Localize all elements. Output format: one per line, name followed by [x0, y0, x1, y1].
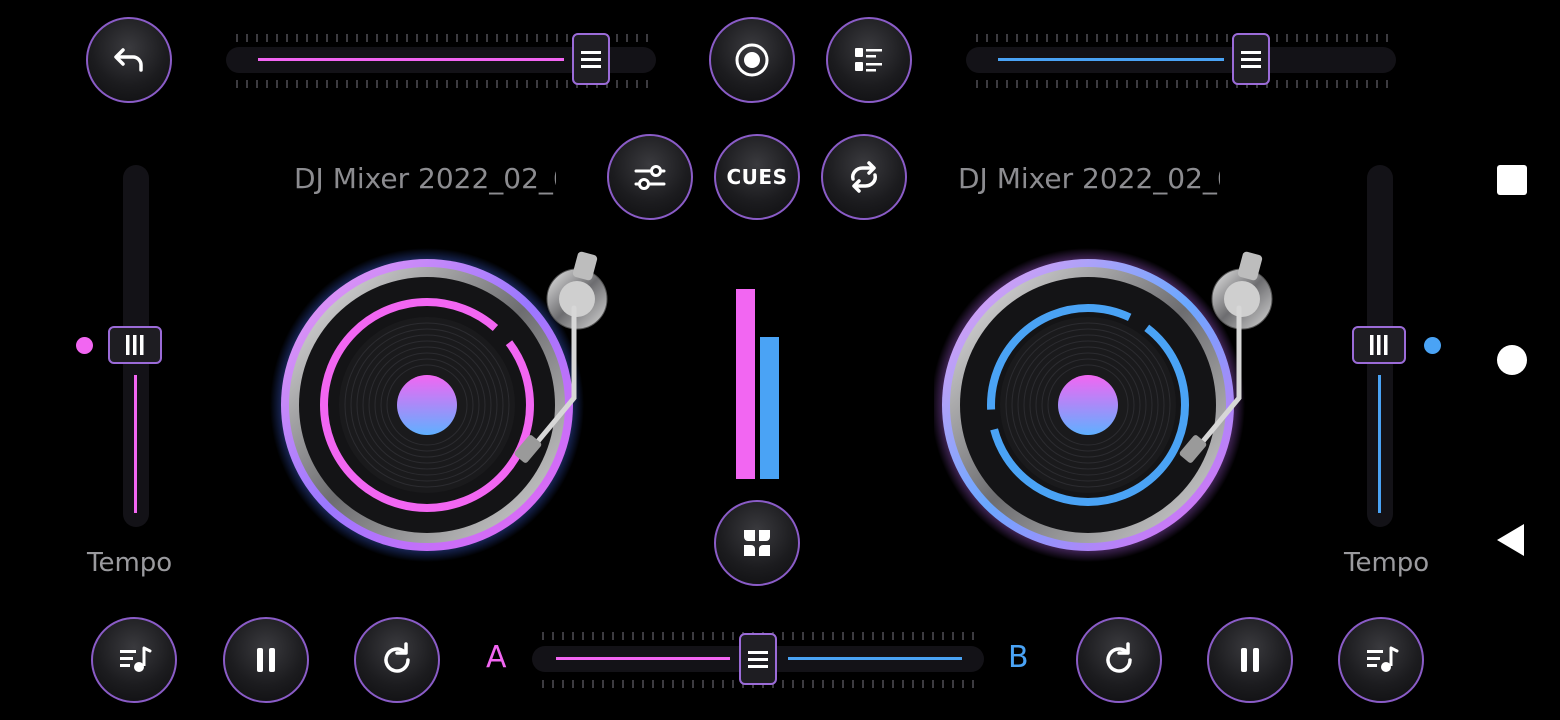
deck-b-track-title: DJ Mixer 2022_02_0 [958, 162, 1220, 195]
deck-a-volume-thumb[interactable] [572, 33, 610, 85]
back-button[interactable] [86, 17, 172, 103]
grip-icon [126, 335, 144, 355]
grip-icon [748, 651, 768, 668]
rotate-icon [384, 642, 410, 673]
crossfader-b-fill [788, 657, 962, 660]
pause-icon [1241, 648, 1259, 672]
deck-a-tempo-label: Tempo [87, 548, 173, 578]
loop-button[interactable] [821, 134, 907, 220]
deck-a-track-title: DJ Mixer 2022_02_0 [294, 162, 556, 195]
record-button[interactable] [709, 17, 795, 103]
music-list-icon [1367, 646, 1399, 672]
equalizer-button[interactable] [607, 134, 693, 220]
crossfader-b-label: B [1008, 640, 1029, 675]
back-arrow-icon [114, 48, 143, 72]
nav-recents-button[interactable] [1497, 165, 1527, 195]
equalizer-sliders-icon [634, 165, 666, 190]
deck-a-music-list-button[interactable] [91, 617, 177, 703]
deck-a-level-bar [736, 289, 755, 479]
deck-b-tempo-fill [1378, 375, 1381, 513]
record-label [1058, 375, 1118, 435]
grip-icon [1370, 335, 1388, 355]
crossfader-a-fill [556, 657, 730, 660]
slider-ticks [976, 34, 1392, 42]
record-label [397, 375, 457, 435]
music-list-icon [120, 646, 152, 672]
deck-b-volume-thumb[interactable] [1232, 33, 1270, 85]
cues-label: CUES [726, 165, 788, 189]
grip-icon [581, 51, 601, 68]
deck-a-reset-button[interactable] [354, 617, 440, 703]
deck-a-turntable[interactable] [270, 248, 620, 568]
crossfader-a-label: A [486, 640, 507, 675]
deck-a-tempo-thumb[interactable] [108, 326, 162, 364]
deck-b-level-bar [760, 337, 779, 479]
record-icon [735, 43, 769, 77]
loop-icon [851, 161, 877, 193]
nav-back-button[interactable] [1494, 522, 1526, 558]
deck-a-volume-fill [258, 58, 564, 61]
cues-button[interactable]: CUES [714, 134, 800, 220]
slider-ticks [976, 80, 1392, 88]
triangle-back-icon [1497, 524, 1524, 556]
menu-button[interactable] [714, 500, 800, 586]
deck-b-tempo-label: Tempo [1344, 548, 1430, 578]
crossfader-thumb[interactable] [739, 633, 777, 685]
grip-icon [1241, 51, 1261, 68]
nav-home-button[interactable] [1497, 345, 1527, 375]
deck-a-pause-button[interactable] [223, 617, 309, 703]
tempo-center-dot [76, 337, 93, 354]
deck-b-turntable[interactable] [934, 248, 1284, 568]
deck-a-tempo-fill [134, 375, 137, 513]
playlist-button[interactable] [826, 17, 912, 103]
deck-b-reset-button[interactable] [1076, 617, 1162, 703]
deck-b-tempo-thumb[interactable] [1352, 326, 1406, 364]
deck-b-music-list-button[interactable] [1338, 617, 1424, 703]
rotate-icon [1106, 642, 1132, 673]
deck-b-volume-fill [998, 58, 1224, 61]
deck-b-pause-button[interactable] [1207, 617, 1293, 703]
pause-icon [257, 648, 275, 672]
playlist-icon [855, 48, 882, 72]
grid-menu-icon [744, 530, 770, 556]
tempo-center-dot [1424, 337, 1441, 354]
